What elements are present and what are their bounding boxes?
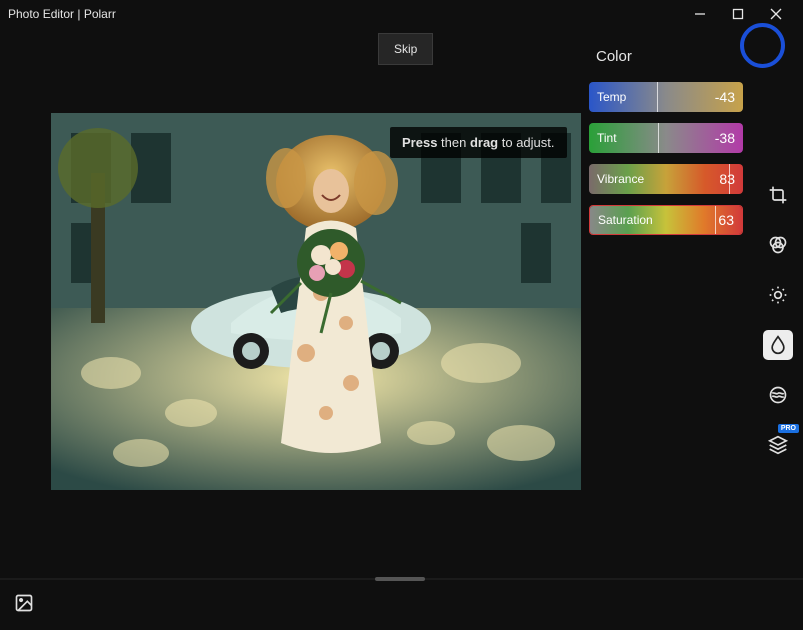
vibrance-label: Vibrance xyxy=(597,172,644,186)
image-icon xyxy=(14,593,34,613)
skip-button[interactable]: Skip xyxy=(378,33,433,65)
bottom-bar xyxy=(0,580,803,630)
vibrance-value: 83 xyxy=(719,171,735,187)
hint-word-press: Press xyxy=(402,135,437,150)
close-button[interactable] xyxy=(769,7,783,21)
light-tool[interactable] xyxy=(763,280,793,310)
temp-slider[interactable]: Temp -43 xyxy=(589,82,743,112)
saturation-label: Saturation xyxy=(598,213,653,227)
tint-slider[interactable]: Tint -38 xyxy=(589,123,743,153)
maximize-icon xyxy=(732,8,744,20)
effects-tool[interactable] xyxy=(763,380,793,410)
accent-circle-icon[interactable] xyxy=(740,23,785,68)
sun-icon xyxy=(768,285,788,305)
saturation-slider[interactable]: Saturation 63 xyxy=(589,205,743,235)
tutorial-hint: Press then drag to adjust. xyxy=(390,127,567,158)
window-controls xyxy=(693,7,795,21)
droplet-icon xyxy=(768,335,788,355)
layers-tool[interactable]: PRO xyxy=(763,430,793,460)
layers-icon xyxy=(768,435,788,455)
saturation-value: 63 xyxy=(718,212,734,228)
gallery-button[interactable] xyxy=(14,593,34,618)
hsl-icon xyxy=(768,235,788,255)
vibrance-slider[interactable]: Vibrance 83 xyxy=(589,164,743,194)
temp-label: Temp xyxy=(597,90,626,104)
hint-word-drag: drag xyxy=(470,135,498,150)
waves-icon xyxy=(768,385,788,405)
crop-tool[interactable] xyxy=(763,180,793,210)
window-title: Photo Editor | Polarr xyxy=(8,7,116,21)
crop-icon xyxy=(768,185,788,205)
image-preview[interactable] xyxy=(51,113,581,490)
tint-label: Tint xyxy=(597,131,617,145)
temp-value: -43 xyxy=(715,89,735,105)
maximize-button[interactable] xyxy=(731,7,745,21)
hint-word-rest: to adjust. xyxy=(498,135,554,150)
close-icon xyxy=(770,8,782,20)
minimize-button[interactable] xyxy=(693,7,707,21)
panel-title: Color xyxy=(596,48,632,65)
preview-illustration xyxy=(51,113,581,490)
titlebar: Photo Editor | Polarr xyxy=(0,0,803,28)
hint-word-then: then xyxy=(437,135,470,150)
minimize-icon xyxy=(694,8,706,20)
hsl-tool[interactable] xyxy=(763,230,793,260)
color-tool[interactable] xyxy=(763,330,793,360)
tint-value: -38 xyxy=(715,130,735,146)
color-sliders: Temp -43 Tint -38 Vibrance 83 Saturation… xyxy=(589,82,743,235)
pro-badge: PRO xyxy=(778,424,799,433)
tool-rail: PRO xyxy=(763,180,793,460)
